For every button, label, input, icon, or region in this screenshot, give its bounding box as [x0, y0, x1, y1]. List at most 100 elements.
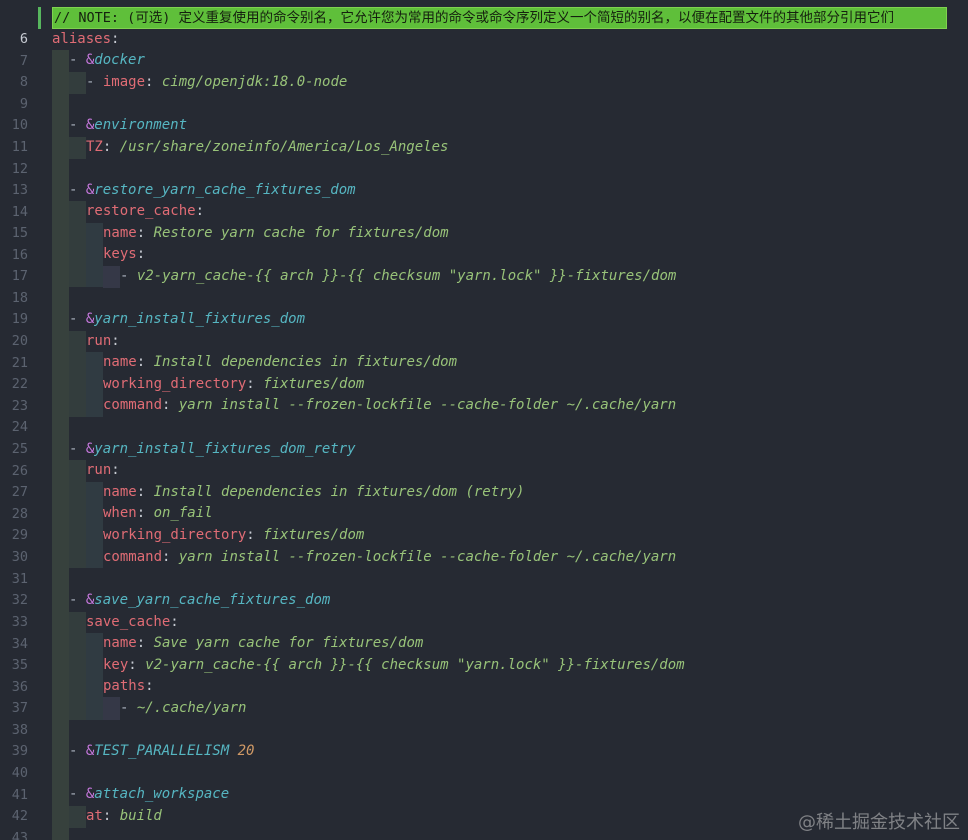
- yaml-value: cimg/openjdk:18.0-node: [161, 74, 348, 90]
- colon: :: [102, 139, 120, 155]
- yaml-value: Save yarn cache for fixtures/dom: [153, 635, 424, 651]
- code-line[interactable]: 28 name: Install dependencies in fixture…: [0, 482, 968, 522]
- yaml-key: aliases: [52, 31, 112, 47]
- yaml-value: build: [119, 808, 162, 824]
- list-dash: -: [69, 592, 86, 608]
- colon: :: [102, 808, 120, 824]
- list-dash: -: [69, 441, 86, 457]
- colon: :: [195, 203, 205, 219]
- anchor-name: TEST_PARALLELISM: [94, 743, 230, 759]
- list-dash: -: [69, 117, 86, 133]
- code-line[interactable]: 18 - v2-yarn_cache-{{ arch }}-{{ checksu…: [0, 266, 968, 306]
- colon: :: [145, 74, 162, 90]
- yaml-key: command: [103, 549, 163, 565]
- code-line[interactable]: 8 - &docker: [0, 50, 968, 90]
- yaml-key: name: [103, 635, 137, 651]
- code-line[interactable]: 31 command: yarn install --frozen-lockfi…: [0, 547, 968, 587]
- code-line[interactable]: 36 key: v2-yarn_cache-{{ arch }}-{{ chec…: [0, 655, 968, 695]
- colon: :: [128, 657, 146, 673]
- yaml-value: Install dependencies in fixtures/dom: [153, 354, 458, 370]
- anchor-name: environment: [94, 117, 188, 133]
- code-line[interactable]: 15 restore_cache:: [0, 201, 968, 241]
- anchor-name: restore_yarn_cache_fixtures_dom: [94, 182, 356, 198]
- colon: :: [111, 462, 120, 478]
- code-line[interactable]: 25: [0, 417, 968, 457]
- yaml-key: save_cache: [86, 614, 171, 630]
- yaml-key: command: [103, 397, 163, 413]
- yaml-value: v2-yarn_cache-{{ arch }}-{{ checksum "ya…: [136, 268, 677, 284]
- yaml-value: ~/.cache/yarn: [136, 700, 247, 716]
- code-line[interactable]: 27 run:: [0, 460, 968, 500]
- code-line[interactable]: 33 - &save_yarn_cache_fixtures_dom: [0, 590, 968, 630]
- list-dash: -: [120, 268, 137, 284]
- yaml-key: run: [86, 333, 112, 349]
- yaml-key: name: [103, 354, 137, 370]
- colon: :: [136, 246, 146, 262]
- code-line[interactable]: 20 - &yarn_install_fixtures_dom: [0, 309, 968, 349]
- yaml-value: v2-yarn_cache-{{ arch }}-{{ checksum "ya…: [145, 657, 685, 673]
- colon: :: [111, 333, 120, 349]
- yaml-key: when: [103, 505, 137, 521]
- yaml-key: working_directory: [103, 527, 247, 543]
- colon: :: [136, 225, 154, 241]
- anchor-name: yarn_install_fixtures_dom_retry: [94, 441, 356, 457]
- code-line[interactable]: 34 save_cache:: [0, 612, 968, 652]
- code-line[interactable]: 21 run:: [0, 331, 968, 371]
- code-editor[interactable]: // NOTE: (可选) 定义重复使用的命令别名，它允许您为常用的命令或命令序…: [0, 0, 968, 840]
- code-line[interactable]: 9 - image: cimg/openjdk:18.0-node: [0, 72, 968, 112]
- colon: :: [162, 397, 179, 413]
- yaml-key: TZ: [86, 139, 103, 155]
- anchor-name: attach_workspace: [94, 786, 230, 802]
- list-dash: -: [120, 700, 137, 716]
- yaml-key: image: [102, 74, 146, 90]
- yaml-value: fixtures/dom: [263, 527, 365, 543]
- code-line[interactable]: 30 working_directory: fixtures/dom: [0, 525, 968, 565]
- code-line[interactable]: 32: [0, 568, 968, 608]
- code-line[interactable]: 37 paths:: [0, 676, 968, 716]
- number-value: 20: [237, 743, 255, 759]
- code-line[interactable]: 24 command: yarn install --frozen-lockfi…: [0, 395, 968, 435]
- yaml-key: run: [86, 462, 112, 478]
- colon: :: [246, 376, 264, 392]
- yaml-value: yarn install --frozen-lockfile --cache-f…: [178, 397, 677, 413]
- code-line[interactable]: 42 - &attach_workspace: [0, 784, 968, 824]
- code-line[interactable]: 19: [0, 287, 968, 327]
- code-line[interactable]: 7 aliases:: [0, 29, 968, 69]
- code-line[interactable]: 14 - &restore_yarn_cache_fixtures_dom: [0, 180, 968, 220]
- code-line[interactable]: 17 keys:: [0, 244, 968, 284]
- list-dash: -: [69, 786, 86, 802]
- yaml-key: paths: [103, 678, 146, 694]
- yaml-value: Restore yarn cache for fixtures/dom: [153, 225, 449, 241]
- code-line[interactable]: 13: [0, 158, 968, 198]
- list-dash: -: [69, 52, 86, 68]
- code-line[interactable]: 38 - ~/.cache/yarn: [0, 698, 968, 738]
- code-line[interactable]: 16 name: Restore yarn cache for fixtures…: [0, 223, 968, 263]
- code-line[interactable]: 39: [0, 719, 968, 759]
- yaml-value: Install dependencies in fixtures/dom (re…: [153, 484, 525, 500]
- yaml-key: keys: [103, 246, 137, 262]
- code-line[interactable]: 6: [0, 7, 968, 47]
- colon: :: [162, 549, 179, 565]
- colon: :: [170, 614, 179, 630]
- yaml-value: /usr/share/zoneinfo/America/Los_Angeles: [119, 139, 449, 155]
- yaml-key: restore_cache: [86, 203, 196, 219]
- code-line[interactable]: 29 when: on_fail: [0, 503, 968, 543]
- yaml-key: key: [103, 657, 129, 673]
- code-line[interactable]: 12 TZ: /usr/share/zoneinfo/America/Los_A…: [0, 137, 968, 177]
- yaml-key: at: [86, 808, 103, 824]
- list-dash: -: [69, 311, 86, 327]
- colon: :: [136, 484, 154, 500]
- code-line[interactable]: 40 - &TEST_PARALLELISM 20: [0, 741, 968, 781]
- code-line[interactable]: 23 working_directory: fixtures/dom: [0, 374, 968, 414]
- code-line[interactable]: 41: [0, 763, 968, 803]
- watermark: @稀土掘金技术社区: [798, 812, 960, 833]
- code-line[interactable]: 10: [0, 93, 968, 133]
- code-line[interactable]: 26 - &yarn_install_fixtures_dom_retry: [0, 439, 968, 479]
- colon: :: [145, 678, 154, 694]
- code-line[interactable]: 11 - &environment: [0, 115, 968, 155]
- yaml-key: name: [103, 225, 137, 241]
- code-line[interactable]: 22 name: Install dependencies in fixture…: [0, 352, 968, 392]
- colon: :: [136, 505, 154, 521]
- yaml-value: on_fail: [153, 505, 213, 521]
- code-line[interactable]: 35 name: Save yarn cache for fixtures/do…: [0, 633, 968, 673]
